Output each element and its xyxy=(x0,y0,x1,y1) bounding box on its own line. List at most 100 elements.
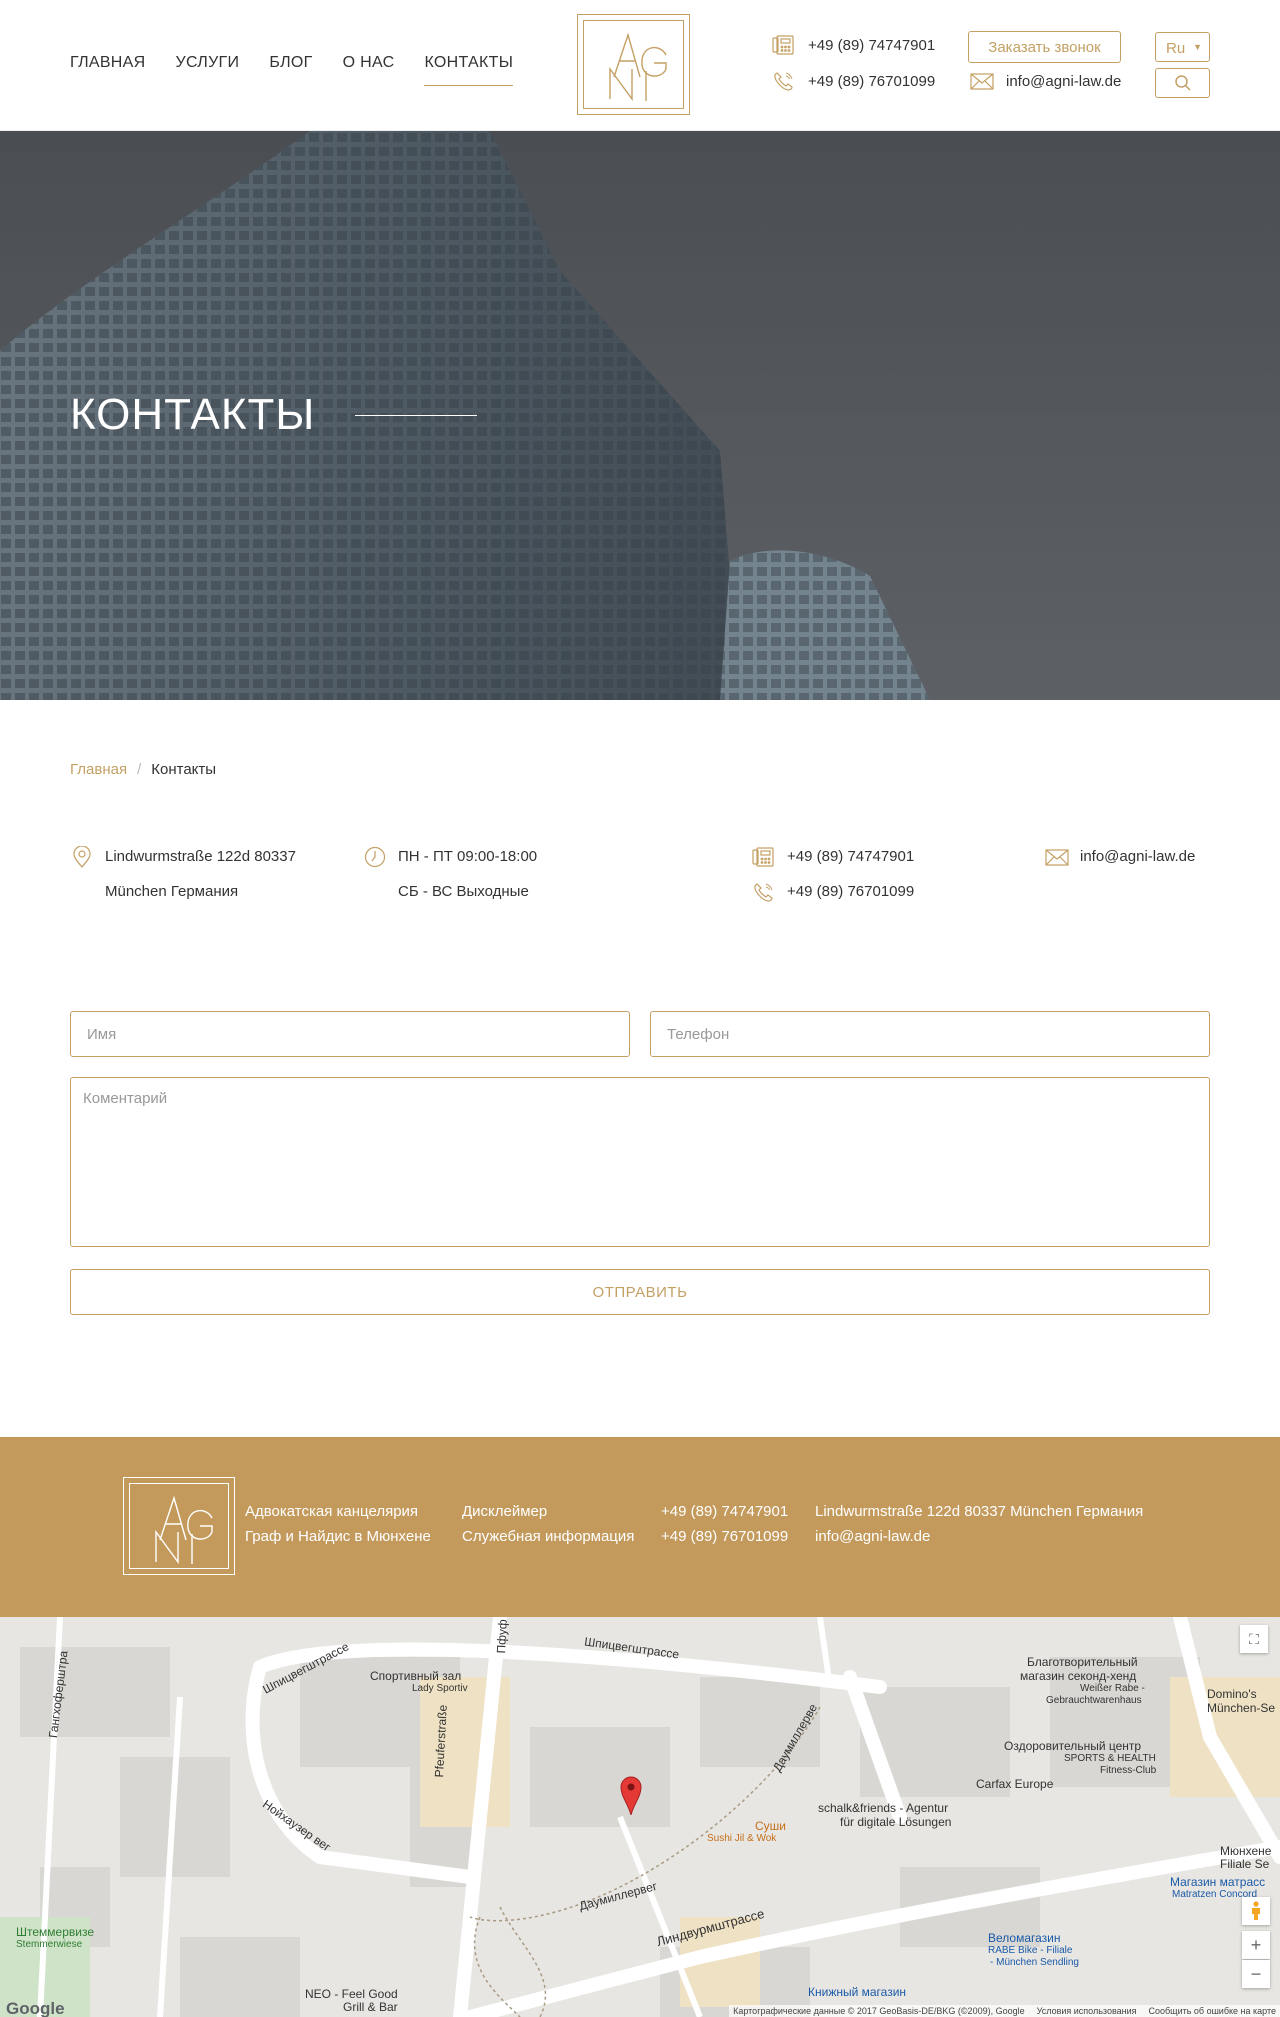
map-poi-label: Оздоровительный центр xyxy=(1004,1739,1142,1753)
header-phone-2-text[interactable]: +49 (89) 76701099 xyxy=(808,73,935,90)
footer-links: Дисклеймер Служебная информация xyxy=(462,1499,634,1549)
search-icon xyxy=(1174,75,1191,91)
callback-button[interactable]: Заказать звонок xyxy=(968,31,1121,63)
contact-email-text[interactable]: info@agni-law.de xyxy=(1080,839,1195,874)
address-line-1: Lindwurmstraße 122d 80337 xyxy=(105,848,296,865)
map-poi-label: NEO - Feel Good xyxy=(305,1987,398,2001)
map-poi-label: Weißer Rabe - xyxy=(1080,1683,1145,1694)
breadcrumb-separator: / xyxy=(137,761,142,778)
zoom-out-button[interactable]: − xyxy=(1242,1960,1270,1988)
mobile-icon xyxy=(774,72,793,91)
map-copyright-text: Картографические данные © 2017 GeoBasis-… xyxy=(733,2006,1025,2016)
map-poi-label: Fitness-Club xyxy=(1100,1765,1157,1776)
phone-input[interactable] xyxy=(651,1012,1209,1056)
google-map[interactable]: Шпицвегштрассе Шпицвегштрассе Pfeuferstr… xyxy=(0,1617,1280,2017)
map-poi-label: Grill & Bar xyxy=(343,2000,398,2014)
map-poi-label: Domino's xyxy=(1207,1687,1257,1701)
title-divider xyxy=(355,415,477,416)
footer-link-imprint[interactable]: Служебная информация xyxy=(462,1524,634,1549)
name-field xyxy=(70,1011,630,1057)
footer-email[interactable]: info@agni-law.de xyxy=(815,1524,1143,1549)
phone-icon xyxy=(752,847,774,867)
clock-icon xyxy=(364,846,386,868)
footer-phone-2[interactable]: +49 (89) 76701099 xyxy=(661,1524,788,1549)
header-email: info@agni-law.de xyxy=(970,70,1121,92)
map-poi-label: Gebrauchtwarenhaus xyxy=(1046,1695,1142,1706)
page: ГЛАВНАЯ УСЛУГИ БЛОГ О НАС КОНТАКТЫ +49 (… xyxy=(0,0,1280,2017)
contact-hours: ПН - ПТ 09:00-18:00 СБ - ВС Выходные xyxy=(363,839,603,909)
breadcrumb-current: Контакты xyxy=(151,761,217,778)
nav-blog[interactable]: БЛОГ xyxy=(269,54,312,86)
site-header: ГЛАВНАЯ УСЛУГИ БЛОГ О НАС КОНТАКТЫ +49 (… xyxy=(0,0,1280,131)
map-poi-label: Lady Sportiv xyxy=(412,1683,468,1694)
page-title: КОНТАКТЫ xyxy=(70,390,316,439)
map-poi-label: RABE Bike - Filiale xyxy=(988,1945,1073,1956)
map-terms-link[interactable]: Условия использования xyxy=(1037,2006,1137,2016)
location-icon xyxy=(73,846,91,868)
map-poi-label: München-Se xyxy=(1207,1701,1276,1715)
map-poi-label: Магазин матрасс xyxy=(1170,1875,1266,1889)
footer-link-disclaimer[interactable]: Дисклеймер xyxy=(462,1499,634,1524)
map-copyright: Картографические данные © 2017 GeoBasis-… xyxy=(729,2005,1280,2017)
submit-button[interactable]: ОТПРАВИТЬ xyxy=(70,1269,1210,1315)
footer-company-line-1: Адвокатская канцелярия xyxy=(245,1503,419,1520)
footer-logo[interactable] xyxy=(123,1477,235,1575)
nav-home[interactable]: ГЛАВНАЯ xyxy=(70,54,146,86)
map-poi-label: Суши xyxy=(755,1819,786,1833)
footer-phone-1[interactable]: +49 (89) 74747901 xyxy=(661,1499,788,1524)
map-poi-label: Благотворительный xyxy=(1027,1655,1138,1669)
header-phone-1-text[interactable]: +49 (89) 74747901 xyxy=(808,37,935,54)
site-footer: Адвокатская канцелярия Граф и Найдис в М… xyxy=(0,1437,1280,1617)
footer-company-line-2: Граф и Найдис в Мюнхене xyxy=(245,1528,431,1545)
hours-weekdays: ПН - ПТ 09:00-18:00 xyxy=(398,848,538,865)
contact-phones: +49 (89) 74747901 +49 (89) 76701099 xyxy=(752,839,952,909)
comment-textarea[interactable] xyxy=(71,1078,1209,1246)
map-poi-label: Carfax Europe xyxy=(976,1777,1054,1791)
phone-field xyxy=(650,1011,1210,1057)
map-poi-label: Книжный магазин xyxy=(808,1985,907,1999)
contact-phone-2[interactable]: +49 (89) 76701099 xyxy=(787,874,914,909)
mail-icon xyxy=(1045,849,1069,866)
search-button[interactable] xyxy=(1155,68,1210,98)
map-poi-label: für digitale Lösungen xyxy=(840,1815,952,1829)
fullscreen-button[interactable]: ⛶ xyxy=(1240,1625,1268,1653)
nav-contacts[interactable]: КОНТАКТЫ xyxy=(424,54,513,86)
pegman-icon xyxy=(1252,1901,1260,1920)
footer-phones: +49 (89) 74747901 +49 (89) 76701099 xyxy=(661,1499,788,1549)
site-logo[interactable] xyxy=(577,14,690,115)
map-poi-label: Спортивный зал xyxy=(370,1669,462,1683)
nav-about[interactable]: О НАС xyxy=(343,54,395,86)
map-poi-label: Веломагазин xyxy=(988,1931,1061,1945)
contact-email: info@agni-law.de xyxy=(1045,839,1220,874)
fullscreen-icon: ⛶ xyxy=(1249,1630,1259,1647)
map-poi-label: Штеммервизе xyxy=(16,1925,94,1939)
header-email-text[interactable]: info@agni-law.de xyxy=(1006,73,1121,90)
footer-address-email: Lindwurmstraße 122d 80337 München Герман… xyxy=(815,1499,1143,1549)
street-view-button[interactable] xyxy=(1242,1897,1270,1925)
zoom-in-button[interactable]: + xyxy=(1242,1931,1270,1959)
address-line-2: München Германия xyxy=(105,883,239,900)
google-logo: Google xyxy=(6,1999,65,2017)
map-pin-icon[interactable] xyxy=(620,1775,642,1815)
hours-weekend: СБ - ВС Выходные xyxy=(398,883,529,900)
header-phone-2: +49 (89) 76701099 xyxy=(772,70,935,92)
main-nav: ГЛАВНАЯ УСЛУГИ БЛОГ О НАС КОНТАКТЫ xyxy=(70,54,513,86)
breadcrumb-home[interactable]: Главная xyxy=(70,761,127,778)
map-poi-label: schalk&friends - Agentur xyxy=(818,1801,949,1815)
map-report-link[interactable]: Сообщить об ошибке на карте xyxy=(1149,2006,1276,2016)
chevron-down-icon: ▼ xyxy=(1193,42,1202,52)
zoom-in-icon: + xyxy=(1250,1934,1262,1955)
contact-address: Lindwurmstraße 122d 80337 München Герман… xyxy=(70,839,330,909)
comment-field xyxy=(70,1077,1210,1247)
nav-services[interactable]: УСЛУГИ xyxy=(176,54,240,86)
mail-icon xyxy=(970,73,994,90)
mobile-icon xyxy=(754,883,773,902)
phone-icon xyxy=(772,35,794,55)
contact-phone-1[interactable]: +49 (89) 74747901 xyxy=(787,839,914,874)
map-street-label: Пфуф xyxy=(494,1618,510,1654)
name-input[interactable] xyxy=(71,1012,629,1056)
map-poi-label: Filiale Se xyxy=(1220,1857,1270,1871)
language-select[interactable]: Ru ▼ xyxy=(1155,32,1210,62)
map-poi-label: Stemmerwiese xyxy=(16,1939,83,1950)
map-poi-label: - München Sendling xyxy=(990,1957,1079,1968)
